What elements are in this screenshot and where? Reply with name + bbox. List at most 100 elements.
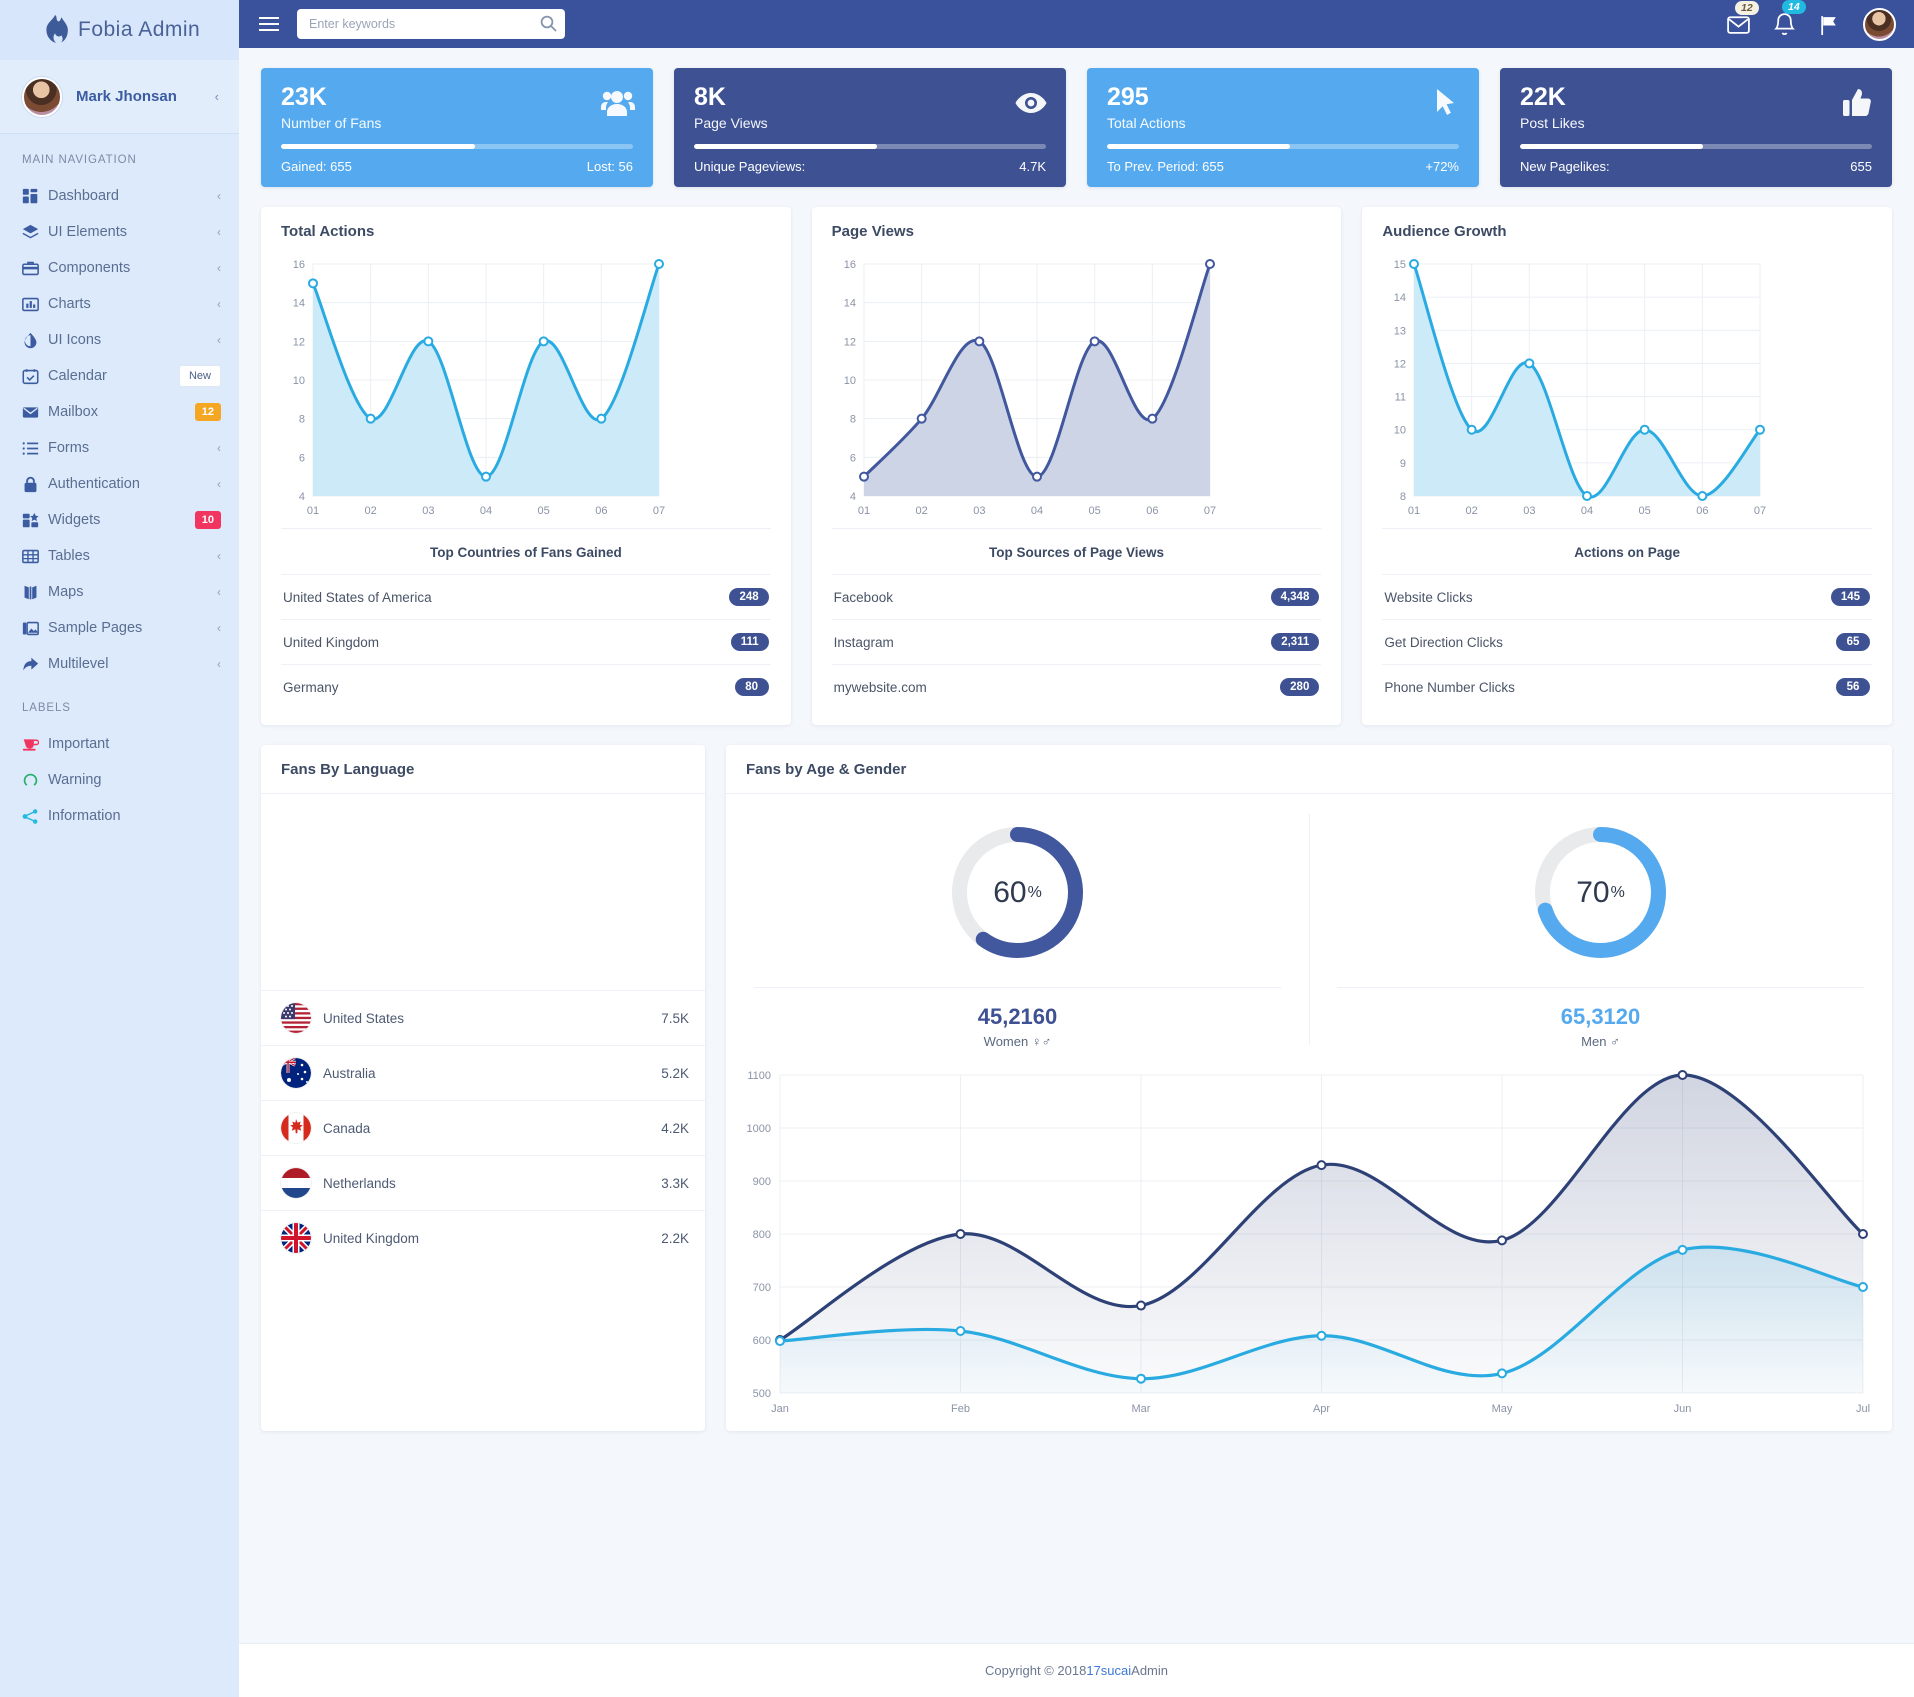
svg-text:05: 05: [538, 505, 550, 517]
stat-label: Number of Fans: [281, 114, 382, 131]
women-total: 45,2160: [977, 1004, 1058, 1029]
language-value: 4.2K: [661, 1120, 689, 1136]
list-item[interactable]: mywebsite.com 280: [831, 664, 1322, 709]
sidebar-badge: 12: [194, 402, 221, 422]
svg-text:Jan: Jan: [771, 1403, 789, 1415]
sidebar-item-calendar[interactable]: Calendar New: [0, 358, 239, 394]
list-item[interactable]: Get Direction Clicks 65: [1382, 619, 1873, 664]
list-item[interactable]: Phone Number Clicks 56: [1382, 664, 1873, 709]
list-item-label: Facebook: [833, 589, 893, 605]
gender-donuts: 60% 45,2160 Women ♀♂ 70 % 65,3120 Men ♂: [726, 794, 1892, 1055]
search-icon[interactable]: [540, 15, 557, 32]
sidebar-item-charts[interactable]: Charts ‹: [0, 286, 239, 322]
sidebar-item-components[interactable]: Components ‹: [0, 250, 239, 286]
svg-text:12: 12: [293, 336, 305, 348]
list-item[interactable]: Facebook 4,348: [831, 574, 1322, 619]
sidebar-item-label: Authentication: [48, 476, 140, 492]
sidebar-label-information[interactable]: Information: [0, 798, 239, 834]
main-area: 12 14 23K Number of Fans Gained: 655: [239, 0, 1914, 1697]
bell-icon[interactable]: 14: [1773, 0, 1806, 37]
chevron-left-icon: ‹: [217, 225, 221, 239]
sidebar-item-label: UI Elements: [48, 224, 127, 240]
sidebar-item-label: Calendar: [48, 368, 107, 384]
footer-link[interactable]: 17sucai: [1086, 1663, 1131, 1678]
sidebar-item-authentication[interactable]: Authentication ‹: [0, 466, 239, 502]
sidebar-item-maps[interactable]: Maps ‹: [0, 574, 239, 610]
arrow-share-icon: [22, 656, 48, 673]
topbar-actions: 12 14: [1726, 0, 1896, 41]
svg-text:14: 14: [843, 298, 855, 310]
panel-title: Fans By Language: [261, 745, 705, 794]
language-row[interactable]: United Kingdom 2.2K: [261, 1210, 705, 1265]
sidebar-item-mailbox[interactable]: Mailbox 12: [0, 394, 239, 430]
droplet-icon: [22, 332, 48, 349]
stat-card[interactable]: 23K Number of Fans Gained: 655 Lost: 56: [261, 68, 653, 187]
list-item-value: 280: [1280, 678, 1320, 696]
search-input[interactable]: [297, 9, 565, 39]
sidebar-item-tables[interactable]: Tables ‹: [0, 538, 239, 574]
svg-text:500: 500: [753, 1388, 771, 1400]
hamburger-icon[interactable]: [259, 17, 279, 31]
language-row[interactable]: Australia 5.2K: [261, 1045, 705, 1100]
stat-card[interactable]: 8K Page Views Unique Pageviews: 4.7K: [674, 68, 1066, 187]
language-row[interactable]: Canada 4.2K: [261, 1100, 705, 1155]
list-item[interactable]: United Kingdom 111: [281, 619, 771, 664]
sidebar-profile[interactable]: Mark Jhonsan ‹: [0, 60, 239, 134]
language-value: 3.3K: [661, 1175, 689, 1191]
sidebar-item-ui-icons[interactable]: UI Icons ‹: [0, 322, 239, 358]
list-icon: [22, 440, 48, 457]
profile-name: Mark Jhonsan: [76, 88, 177, 105]
mail-icon[interactable]: 12: [1726, 0, 1759, 36]
svg-text:6: 6: [299, 452, 305, 464]
svg-text:700: 700: [753, 1282, 771, 1294]
sidebar-item-widgets[interactable]: Widgets 10: [0, 502, 239, 538]
flag-au-icon: [281, 1058, 311, 1088]
sidebar-item-ui-elements[interactable]: UI Elements ‹: [0, 214, 239, 250]
list-item-value: 248: [729, 588, 769, 606]
stat-card[interactable]: 295 Total Actions To Prev. Period: 655 +72%: [1087, 68, 1479, 187]
chevron-left-icon: ‹: [217, 549, 221, 563]
sidebar-item-forms[interactable]: Forms ‹: [0, 430, 239, 466]
language-value: 5.2K: [661, 1065, 689, 1081]
sidebar-label-important[interactable]: Important: [0, 726, 239, 762]
list-item-value: 56: [1836, 678, 1871, 696]
svg-text:12: 12: [1394, 358, 1406, 370]
svg-text:01: 01: [307, 505, 319, 517]
sidebar-item-sample-pages[interactable]: Sample Pages ‹: [0, 610, 239, 646]
list-item-value: 145: [1830, 588, 1871, 606]
language-row[interactable]: Netherlands 3.3K: [261, 1155, 705, 1210]
panel-fans-by-age-gender: Fans by Age & Gender 60% 45,2160 Women ♀…: [726, 745, 1892, 1431]
women-donut-cell: 60% 45,2160 Women ♀♂: [726, 808, 1309, 1055]
svg-text:10: 10: [293, 375, 305, 387]
stat-card[interactable]: 22K Post Likes New Pagelikes: 655: [1500, 68, 1892, 187]
men-label: Men ♂: [1581, 1034, 1620, 1049]
list-item[interactable]: Germany 80: [281, 664, 771, 709]
chevron-left-icon[interactable]: ‹: [215, 89, 219, 104]
svg-text:07: 07: [1204, 505, 1216, 517]
stat-value: 295: [1107, 83, 1149, 111]
layers-icon: [22, 224, 48, 241]
list-item-value: 4,348: [1270, 588, 1320, 606]
list-item-label: United States of America: [283, 589, 432, 605]
list-item[interactable]: Website Clicks 145: [1382, 574, 1873, 619]
chevron-left-icon: ‹: [217, 477, 221, 491]
men-total: 65,3120: [1560, 1004, 1641, 1029]
list-item[interactable]: Instagram 2,311: [831, 619, 1322, 664]
brand[interactable]: Fobia Admin: [0, 0, 239, 60]
user-avatar[interactable]: [1863, 7, 1896, 41]
language-row[interactable]: United States 7.5K: [261, 990, 705, 1045]
sidebar-label-warning[interactable]: Warning: [0, 762, 239, 798]
sidebar-item-dashboard[interactable]: Dashboard ‹: [0, 178, 239, 214]
sidebar-item-multilevel[interactable]: Multilevel ‹: [0, 646, 239, 682]
list-item[interactable]: United States of America 248: [281, 574, 771, 619]
svg-text:01: 01: [858, 505, 870, 517]
sidebar-item-label: Forms: [48, 440, 90, 456]
panel-page-views: Page Views 4 6 8 10 12 14 16 01 02 03 04 05 06 07 Top…: [811, 207, 1342, 725]
panel-total-actions: Total Actions 4 6 8 10 12 14 16 01 02 03 04 05 06 07 …: [261, 207, 791, 725]
flag-icon[interactable]: [1818, 13, 1841, 36]
stat-foot-left: To Prev. Period: 655: [1107, 159, 1224, 174]
sidebar-label-text: Important: [48, 736, 110, 752]
list-item-label: Get Direction Clicks: [1384, 634, 1503, 650]
eye-icon: [1014, 86, 1048, 120]
svg-text:Apr: Apr: [1313, 1403, 1330, 1415]
